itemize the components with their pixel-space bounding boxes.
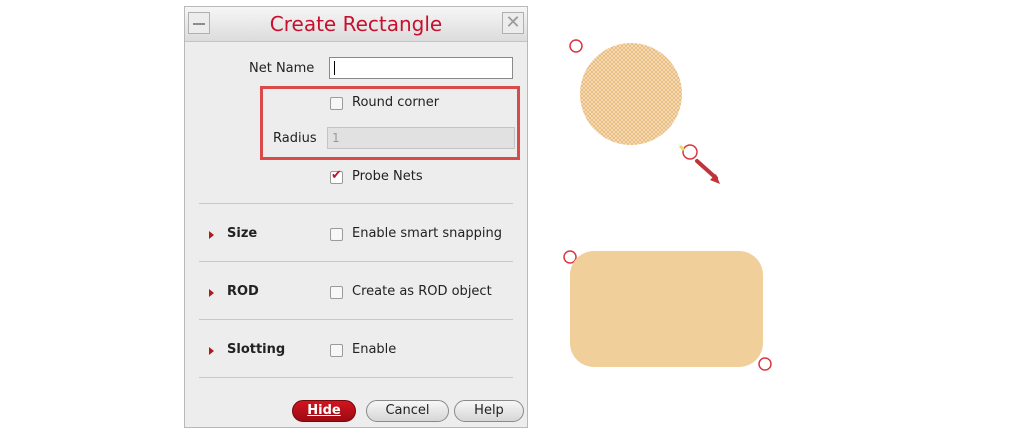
corner-marker [563, 250, 577, 264]
smart-snapping-checkbox[interactable] [330, 228, 343, 241]
help-button[interactable]: Help [454, 400, 524, 422]
radius-label: Radius [273, 131, 317, 146]
round-shape[interactable] [580, 43, 682, 145]
expand-triangle-icon[interactable] [209, 289, 214, 297]
net-name-label: Net Name [249, 61, 315, 76]
title-bar: Create Rectangle ✕ [185, 7, 527, 42]
section-rod-label[interactable]: ROD [227, 284, 259, 299]
layout-canvas[interactable] [528, 0, 1013, 437]
separator [199, 319, 513, 320]
corner-marker [682, 144, 698, 160]
create-rectangle-dialog: Create Rectangle ✕ Net Name Round corner… [184, 6, 528, 428]
drag-arrow-icon [695, 159, 720, 184]
separator [199, 203, 513, 204]
close-icon[interactable]: ✕ [502, 12, 524, 34]
expand-triangle-icon[interactable] [209, 231, 214, 239]
text-caret [334, 61, 335, 75]
separator [199, 377, 513, 378]
probe-nets-label: Probe Nets [352, 169, 423, 184]
rod-object-label: Create as ROD object [352, 284, 492, 299]
round-corner-label: Round corner [352, 95, 440, 110]
smart-snapping-label: Enable smart snapping [352, 226, 502, 241]
radius-input[interactable]: 1 [327, 127, 515, 149]
rounded-rectangle-shape[interactable] [570, 251, 763, 367]
separator [199, 261, 513, 262]
cursor-mark [678, 144, 686, 152]
corner-marker [569, 39, 583, 53]
minimize-icon[interactable] [188, 12, 210, 34]
round-corner-checkbox[interactable] [330, 97, 343, 110]
slotting-enable-checkbox[interactable] [330, 344, 343, 357]
expand-triangle-icon[interactable] [209, 347, 214, 355]
dialog-title: Create Rectangle [269, 12, 443, 36]
corner-marker [758, 357, 772, 371]
net-name-input[interactable] [329, 57, 513, 79]
rod-object-checkbox[interactable] [330, 286, 343, 299]
cancel-button[interactable]: Cancel [366, 400, 449, 422]
slotting-enable-label: Enable [352, 342, 397, 357]
hide-button[interactable]: Hide [292, 400, 356, 422]
section-slotting-label[interactable]: Slotting [227, 342, 285, 357]
probe-nets-checkbox[interactable] [330, 168, 343, 184]
section-size-label[interactable]: Size [227, 226, 257, 241]
